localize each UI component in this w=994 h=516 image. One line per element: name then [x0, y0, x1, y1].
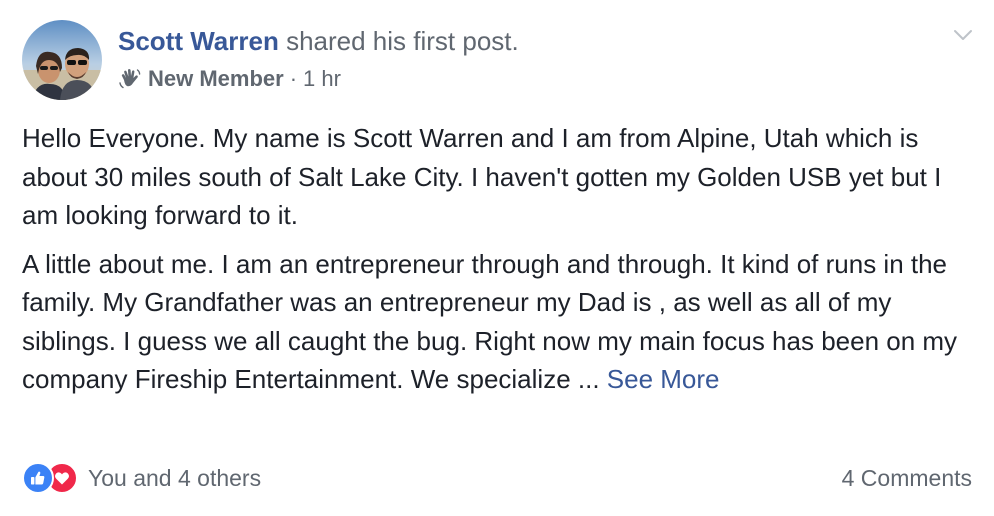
- profile-photo: [22, 20, 102, 100]
- avatar[interactable]: [22, 20, 102, 100]
- author-name[interactable]: Scott Warren: [118, 26, 279, 56]
- waving-hand-icon: [118, 67, 142, 91]
- member-badge[interactable]: New Member: [148, 64, 284, 94]
- reactions-text[interactable]: You and 4 others: [88, 465, 261, 492]
- post-paragraph: Hello Everyone. My name is Scott Warren …: [22, 123, 942, 230]
- post-headline: Scott Warren shared his first post.: [118, 24, 934, 58]
- post-meta: New Member · 1 hr: [118, 64, 934, 94]
- post-footer: You and 4 others 4 Comments: [22, 460, 972, 496]
- post-action-text: shared his first post.: [286, 26, 519, 56]
- reactions-summary[interactable]: You and 4 others: [22, 462, 261, 494]
- comments-count-link[interactable]: 4 Comments: [842, 465, 972, 492]
- meta-separator: ·: [289, 66, 298, 91]
- post-paragraph: A little about me. I am an entrepreneur …: [22, 245, 962, 399]
- post-timestamp[interactable]: 1 hr: [303, 64, 341, 94]
- reaction-icons: [22, 462, 78, 494]
- feed-post: Scott Warren shared his first post. New …: [0, 0, 994, 516]
- post-paragraph-text: A little about me. I am an entrepreneur …: [22, 248, 958, 395]
- chevron-down-icon[interactable]: [952, 24, 974, 46]
- see-more-link[interactable]: See More: [607, 364, 720, 394]
- thumbs-up-icon: [22, 462, 54, 494]
- post-body: Hello Everyone. My name is Scott Warren …: [22, 119, 962, 399]
- post-header: Scott Warren shared his first post. New …: [118, 24, 934, 94]
